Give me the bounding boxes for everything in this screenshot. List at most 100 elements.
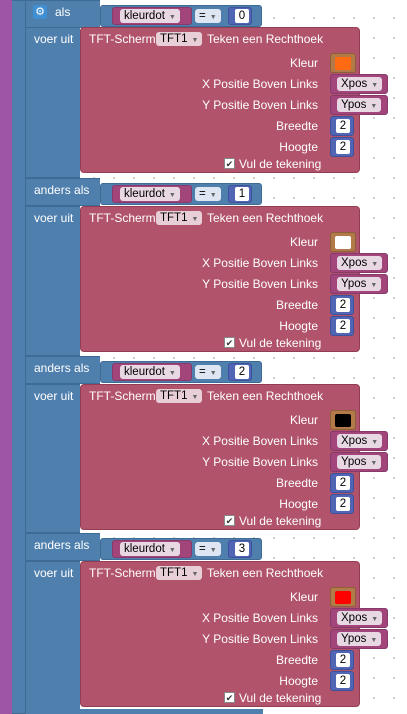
number-value[interactable]: 0: [235, 9, 249, 23]
fill-checkbox[interactable]: ✔: [224, 337, 235, 348]
chevron-down-icon: ▼: [168, 192, 176, 199]
component-name: TFT1: [160, 567, 188, 579]
do-label: voer uit: [34, 566, 74, 580]
operator-symbol: =: [199, 543, 206, 555]
gear-icon[interactable]: ⚙: [33, 5, 47, 19]
width-value[interactable]: 2: [336, 653, 350, 667]
width-value[interactable]: 2: [336, 476, 350, 490]
fill-checkbox[interactable]: ✔: [224, 158, 235, 169]
operator-symbol: =: [199, 188, 206, 200]
width-number-block[interactable]: 2: [330, 650, 354, 670]
chevron-down-icon: ▼: [209, 547, 217, 554]
if-else-block[interactable]: [12, 0, 26, 714]
number-block[interactable]: 0: [228, 7, 252, 25]
number-block[interactable]: 1: [228, 185, 252, 203]
height-value[interactable]: 2: [336, 140, 350, 154]
color-param-label: Kleur: [289, 235, 318, 249]
width-number-block[interactable]: 2: [330, 116, 354, 136]
height-number-block[interactable]: 2: [330, 137, 354, 157]
color-block[interactable]: [330, 232, 356, 252]
xpos-getter[interactable]: Xpos ▼: [330, 608, 388, 628]
color-block[interactable]: [330, 410, 356, 430]
variable-dropdown[interactable]: kleurdot ▼: [120, 542, 180, 556]
operator-dropdown[interactable]: = ▼: [195, 542, 221, 556]
action-label: Teken een Rechthoek: [207, 566, 324, 580]
fill-label: Vul de tekening: [239, 336, 322, 350]
number-value[interactable]: 3: [235, 542, 249, 556]
variable-getter[interactable]: kleurdot ▼: [112, 7, 192, 25]
xpos-dropdown[interactable]: Xpos ▼: [337, 434, 383, 448]
height-value[interactable]: 2: [336, 674, 350, 688]
xpos-dropdown[interactable]: Xpos ▼: [337, 77, 383, 91]
if-label: als: [55, 5, 71, 19]
ypos-getter[interactable]: Ypos ▼: [330, 95, 388, 115]
chevron-down-icon: ▼: [371, 439, 379, 446]
variable-dropdown[interactable]: kleurdot ▼: [120, 365, 180, 379]
do-section: [26, 206, 80, 356]
color-swatch[interactable]: [335, 414, 351, 427]
do-section: [26, 27, 80, 178]
operator-symbol: =: [199, 10, 206, 22]
operator-symbol: =: [199, 366, 206, 378]
variable-dropdown[interactable]: kleurdot ▼: [120, 187, 180, 201]
width-number-block[interactable]: 2: [330, 473, 354, 493]
height-number-block[interactable]: 2: [330, 494, 354, 514]
variable-getter[interactable]: kleurdot ▼: [112, 540, 192, 558]
variable-dropdown[interactable]: kleurdot ▼: [120, 9, 180, 23]
ypos-name: Ypos: [341, 633, 367, 645]
xpos-dropdown[interactable]: Xpos ▼: [337, 256, 383, 270]
ypos-getter[interactable]: Ypos ▼: [330, 274, 388, 294]
xpos-getter[interactable]: Xpos ▼: [330, 431, 388, 451]
ypos-getter[interactable]: Ypos ▼: [330, 452, 388, 472]
ypos-dropdown[interactable]: Ypos ▼: [337, 632, 382, 646]
width-value[interactable]: 2: [336, 298, 350, 312]
chevron-down-icon: ▼: [371, 616, 379, 623]
chevron-down-icon: ▼: [370, 103, 378, 110]
xpos-name: Xpos: [341, 435, 368, 447]
width-number-block[interactable]: 2: [330, 295, 354, 315]
ypos-dropdown[interactable]: Ypos ▼: [337, 98, 382, 112]
color-block[interactable]: [330, 53, 356, 73]
xpos-getter[interactable]: Xpos ▼: [330, 74, 388, 94]
chevron-down-icon: ▼: [370, 460, 378, 467]
chevron-down-icon: ▼: [168, 547, 176, 554]
color-block[interactable]: [330, 587, 356, 607]
chevron-down-icon: ▼: [168, 14, 176, 21]
number-block[interactable]: 3: [228, 540, 252, 558]
ypos-getter[interactable]: Ypos ▼: [330, 629, 388, 649]
component-dropdown[interactable]: TFT1 ▼: [156, 389, 203, 403]
procedure-block-edge: [0, 0, 12, 714]
operator-dropdown[interactable]: = ▼: [195, 9, 221, 23]
variable-getter[interactable]: kleurdot ▼: [112, 363, 192, 381]
variable-getter[interactable]: kleurdot ▼: [112, 185, 192, 203]
color-swatch[interactable]: [335, 591, 351, 604]
operator-dropdown[interactable]: = ▼: [195, 187, 221, 201]
width-value[interactable]: 2: [336, 119, 350, 133]
fill-checkbox[interactable]: ✔: [224, 692, 235, 703]
number-value[interactable]: 2: [235, 365, 249, 379]
xpos-getter[interactable]: Xpos ▼: [330, 253, 388, 273]
width-param-label: Breedte: [275, 653, 318, 667]
action-label: Teken een Rechthoek: [207, 32, 324, 46]
action-label: Teken een Rechthoek: [207, 211, 324, 225]
xpos-dropdown[interactable]: Xpos ▼: [337, 611, 383, 625]
height-number-block[interactable]: 2: [330, 671, 354, 691]
operator-dropdown[interactable]: = ▼: [195, 365, 221, 379]
height-value[interactable]: 2: [336, 497, 350, 511]
component-name: TFT1: [160, 390, 188, 402]
height-value[interactable]: 2: [336, 319, 350, 333]
variable-name: kleurdot: [124, 10, 165, 22]
component-dropdown[interactable]: TFT1 ▼: [156, 32, 203, 46]
else-if-label: anders als: [34, 361, 90, 375]
color-swatch[interactable]: [335, 236, 351, 249]
xpos-name: Xpos: [341, 78, 368, 90]
ypos-dropdown[interactable]: Ypos ▼: [337, 277, 382, 291]
ypos-dropdown[interactable]: Ypos ▼: [337, 455, 382, 469]
number-value[interactable]: 1: [235, 187, 249, 201]
component-dropdown[interactable]: TFT1 ▼: [156, 211, 203, 225]
number-block[interactable]: 2: [228, 363, 252, 381]
color-swatch[interactable]: [335, 57, 351, 70]
component-dropdown[interactable]: TFT1 ▼: [156, 566, 203, 580]
height-number-block[interactable]: 2: [330, 316, 354, 336]
fill-checkbox[interactable]: ✔: [224, 515, 235, 526]
